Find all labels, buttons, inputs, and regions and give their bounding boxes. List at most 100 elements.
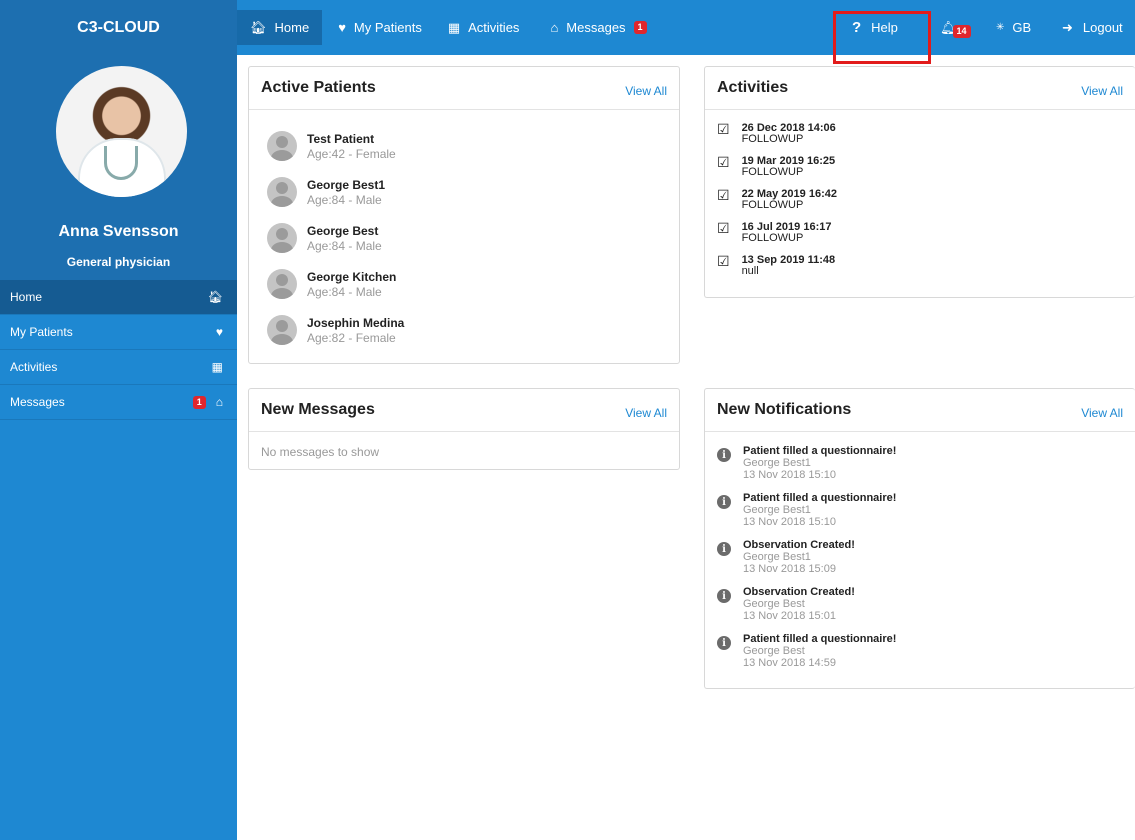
uk-flag-icon: ✳︎ (996, 22, 1005, 33)
nav-home[interactable]: 🏠︎ Home (237, 10, 323, 45)
patient-name: George Best1 (307, 177, 386, 192)
sidebar-item-label: Messages (10, 395, 65, 409)
info-icon: i (717, 636, 731, 650)
heartbeat-icon: ♥ (338, 20, 346, 35)
list-item[interactable]: i Patient filled a questionnaire! George… (705, 492, 1135, 539)
heartbeat-icon: ♥ (215, 325, 223, 339)
info-icon: i (717, 448, 731, 462)
sidebar-item-activities[interactable]: Activities ▦ (0, 350, 237, 385)
notification-patient: George Best1 (743, 504, 811, 516)
patient-info: Age:42 - Female (307, 146, 396, 161)
patient-list: Test Patient Age:42 - Female George Best… (249, 110, 679, 353)
calendar-check-icon: ☑ (717, 253, 730, 269)
language-selector[interactable]: ✳︎ GB (996, 10, 1031, 45)
list-item[interactable]: ☑ 22 May 2019 16:42 FOLLOWUP (705, 188, 1135, 221)
list-item[interactable]: George Best Age:84 - Male (249, 215, 679, 261)
view-all-link[interactable]: View All (1081, 406, 1123, 420)
panel-title: New Notifications (717, 401, 852, 418)
calendar-check-icon: ☑ (717, 220, 730, 236)
sidebar-item-label: Home (10, 290, 43, 304)
list-item[interactable]: ☑ 13 Sep 2019 11:48 null (705, 254, 1135, 287)
notification-title: Patient filled a questionnaire! (743, 492, 897, 504)
notification-title: Observation Created! (743, 586, 855, 598)
language-label: GB (1012, 20, 1032, 35)
info-icon: i (717, 542, 731, 556)
sidebar-item-home[interactable]: Home 🏠︎ (0, 280, 237, 315)
notification-title: Patient filled a questionnaire! (743, 445, 897, 457)
empty-state: No messages to show (261, 445, 380, 459)
activity-type: FOLLOWUP (741, 232, 804, 244)
sidebar-item-my-patients[interactable]: My Patients ♥ (0, 315, 237, 350)
patient-info: Age:82 - Female (307, 330, 396, 345)
list-item[interactable]: ☑ 16 Jul 2019 16:17 FOLLOWUP (705, 221, 1135, 254)
list-item[interactable]: Test Patient Age:42 - Female (249, 123, 679, 169)
list-item[interactable]: i Observation Created! George Best1 13 N… (705, 539, 1135, 586)
panel-title: Activities (717, 79, 789, 96)
list-item[interactable]: ☑ 26 Dec 2018 14:06 FOLLOWUP (705, 122, 1135, 155)
activities-panel: Activities View All ☑ 26 Dec 2018 14:06 … (704, 66, 1135, 298)
patient-name: George Kitchen (307, 269, 397, 284)
nav-messages[interactable]: ⌂ Messages 1 (532, 10, 659, 45)
list-item[interactable]: George Kitchen Age:84 - Male (249, 261, 679, 307)
nav-my-patients[interactable]: ♥ My Patients (322, 10, 435, 45)
panel-title: Active Patients (261, 79, 376, 96)
view-all-link[interactable]: View All (1081, 84, 1123, 98)
profile-role: General physician (66, 255, 171, 269)
notification-time: 13 Nov 2018 15:09 (743, 563, 836, 575)
nav-activities[interactable]: ▦ Activities (435, 10, 533, 45)
notification-title: Patient filled a questionnaire! (743, 633, 897, 645)
notification-time: 13 Nov 2018 15:10 (743, 516, 836, 528)
messages-badge: 1 (633, 21, 647, 34)
logout-label: Logout (1082, 20, 1123, 35)
notification-patient: George Best (743, 645, 805, 657)
list-item[interactable]: i Patient filled a questionnaire! George… (705, 445, 1135, 492)
calendar-check-icon: ☑ (717, 121, 730, 137)
list-item[interactable]: George Best1 Age:84 - Male (249, 169, 679, 215)
user-icon (267, 315, 297, 345)
notification-patient: George Best (743, 598, 805, 610)
info-icon: i (717, 589, 731, 603)
list-item[interactable]: ☑ 19 Mar 2019 16:25 FOLLOWUP (705, 155, 1135, 188)
view-all-link[interactable]: View All (625, 406, 667, 420)
patient-info: Age:84 - Male (307, 192, 382, 207)
calendar-check-icon: ☑ (717, 154, 730, 170)
sidebar-item-label: My Patients (10, 325, 73, 339)
sidebar-item-messages[interactable]: Messages 1 ⌂ (0, 385, 237, 420)
notification-time: 13 Nov 2018 15:01 (743, 610, 836, 622)
list-item[interactable]: i Observation Created! George Best 13 No… (705, 586, 1135, 633)
info-icon: i (717, 495, 731, 509)
logout-icon: ➜ (1062, 19, 1073, 35)
notifications-bell[interactable]: 🔔︎ 14 (940, 10, 971, 45)
user-icon (267, 131, 297, 161)
nav-home-label: Home (274, 20, 310, 35)
activity-type: FOLLOWUP (741, 199, 804, 211)
activity-list: ☑ 26 Dec 2018 14:06 FOLLOWUP ☑ 19 Mar 20… (705, 110, 1135, 287)
calendar-check-icon: ☑ (717, 187, 730, 203)
activity-type: FOLLOWUP (741, 133, 804, 145)
sidebar-item-label: Activities (10, 360, 58, 374)
messages-badge: 1 (192, 395, 206, 409)
inbox-icon: ⌂ (550, 20, 559, 35)
list-item[interactable]: i Patient filled a questionnaire! George… (705, 633, 1135, 680)
notification-time: 13 Nov 2018 15:10 (743, 469, 836, 481)
help-highlight-box (833, 11, 931, 64)
notifications-panel: New Notifications View All i Patient fil… (704, 388, 1135, 689)
profile-card: Anna Svensson General physician (0, 55, 237, 280)
inbox-icon: ⌂ (215, 395, 223, 409)
top-bar: C3-CLOUD 🏠︎ Home ♥ My Patients ▦ Activit… (0, 0, 1135, 55)
notification-time: 13 Nov 2018 14:59 (743, 657, 836, 669)
nav-my-patients-label: My Patients (353, 20, 422, 35)
activity-type: FOLLOWUP (741, 166, 804, 178)
list-item[interactable]: Josephin Medina Age:82 - Female (249, 307, 679, 353)
home-icon: 🏠︎ (250, 19, 267, 35)
view-all-link[interactable]: View All (625, 84, 667, 98)
panel-title: New Messages (261, 401, 375, 418)
patient-name: George Best (307, 223, 379, 238)
main-nav: 🏠︎ Home ♥ My Patients ▦ Activities ⌂ Mes… (237, 10, 660, 45)
user-icon (267, 223, 297, 253)
sidebar: Anna Svensson General physician Home 🏠︎ … (0, 55, 237, 840)
logout-link[interactable]: ➜ Logout (1062, 10, 1123, 45)
brand-logo[interactable]: C3-CLOUD (0, 0, 237, 55)
patient-info: Age:84 - Male (307, 284, 382, 299)
calendar-icon: ▦ (211, 360, 223, 374)
